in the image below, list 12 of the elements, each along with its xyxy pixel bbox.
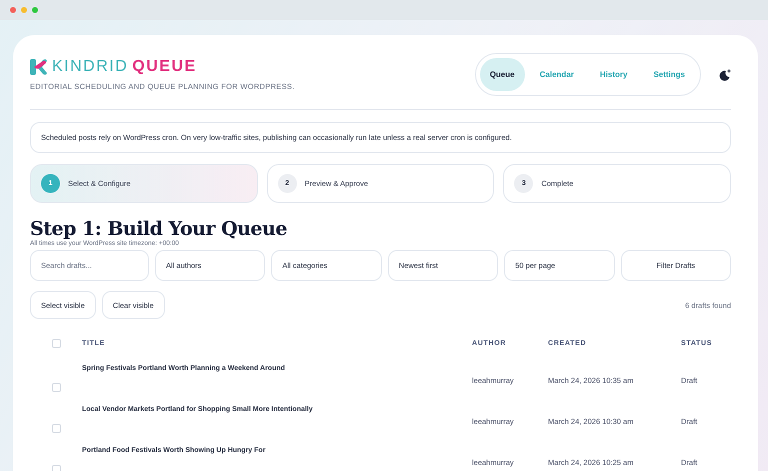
nav-tab[interactable]: Queue (480, 58, 525, 91)
brand-name: QUEUE (132, 58, 197, 76)
brand-name: KINDRID (52, 58, 128, 76)
maximize-dot[interactable] (32, 7, 38, 13)
close-dot[interactable] (10, 7, 16, 13)
minimize-dot[interactable] (21, 7, 27, 13)
moon-icon[interactable] (719, 68, 731, 80)
checkbox[interactable] (52, 339, 60, 348)
page-heading: Step 1: Build Your Queue (30, 218, 288, 240)
checkbox[interactable] (52, 424, 60, 433)
logo-icon (30, 58, 48, 76)
checkbox[interactable] (52, 383, 60, 392)
